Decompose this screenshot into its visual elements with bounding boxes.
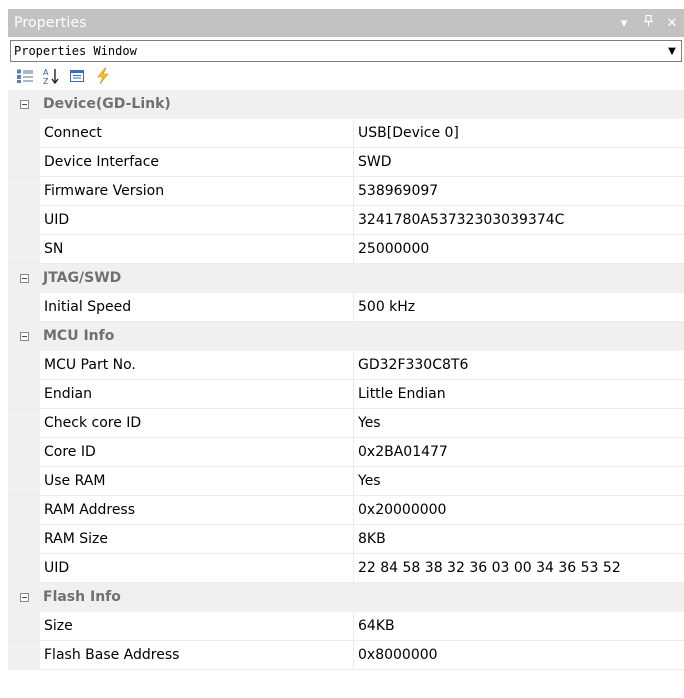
object-selector-dropdown[interactable]: Properties Window ▼	[10, 40, 682, 62]
property-value[interactable]: Yes	[354, 409, 684, 437]
property-name: UID	[40, 554, 354, 582]
property-row[interactable]: SN 25000000	[8, 235, 684, 264]
property-name: MCU Part No.	[40, 351, 354, 379]
property-name: Device Interface	[40, 148, 354, 176]
property-value[interactable]: 538969097	[354, 177, 684, 205]
property-gutter	[8, 380, 40, 408]
property-value[interactable]: GD32F330C8T6	[354, 351, 684, 379]
property-name: Endian	[40, 380, 354, 408]
property-row[interactable]: Initial Speed 500 kHz	[8, 293, 684, 322]
property-gutter	[8, 612, 40, 640]
category-row[interactable]: Flash Info	[8, 583, 684, 612]
property-value[interactable]: SWD	[354, 148, 684, 176]
chevron-down-icon[interactable]: ▼	[663, 41, 681, 61]
property-gutter	[8, 177, 40, 205]
property-name: Core ID	[40, 438, 354, 466]
property-value[interactable]: Little Endian	[354, 380, 684, 408]
property-row[interactable]: UID 22 84 58 38 32 36 03 00 34 36 53 52	[8, 554, 684, 583]
property-name: Use RAM	[40, 467, 354, 495]
property-row[interactable]: RAM Size 8KB	[8, 525, 684, 554]
category-gutter	[8, 90, 40, 118]
property-name: UID	[40, 206, 354, 234]
property-row[interactable]: RAM Address 0x20000000	[8, 496, 684, 525]
property-name: Check core ID	[40, 409, 354, 437]
property-row[interactable]: Endian Little Endian	[8, 380, 684, 409]
property-name: Connect	[40, 119, 354, 147]
property-gutter	[8, 409, 40, 437]
property-name: Flash Base Address	[40, 641, 354, 669]
window-position-dropdown-icon[interactable]: ▾	[616, 16, 632, 31]
svg-text:Z: Z	[43, 77, 49, 85]
property-row[interactable]: Flash Base Address 0x8000000	[8, 641, 684, 670]
property-gutter	[8, 235, 40, 263]
category-name: Device(GD-Link)	[43, 96, 171, 112]
property-row[interactable]: Check core ID Yes	[8, 409, 684, 438]
property-gutter	[8, 438, 40, 466]
property-value[interactable]: 500 kHz	[354, 293, 684, 321]
property-value[interactable]: 0x8000000	[354, 641, 684, 669]
property-row[interactable]: Use RAM Yes	[8, 467, 684, 496]
property-gutter	[8, 525, 40, 553]
collapse-icon[interactable]	[19, 331, 29, 341]
property-value[interactable]: 25000000	[354, 235, 684, 263]
property-name: RAM Address	[40, 496, 354, 524]
collapse-icon[interactable]	[19, 592, 29, 602]
property-name: RAM Size	[40, 525, 354, 553]
collapse-icon[interactable]	[19, 273, 29, 283]
property-row[interactable]: Firmware Version 538969097	[8, 177, 684, 206]
property-value[interactable]: Yes	[354, 467, 684, 495]
properties-toolbar: A Z	[8, 62, 684, 90]
property-name: Firmware Version	[40, 177, 354, 205]
panel-title: Properties	[14, 15, 87, 31]
category-name: JTAG/SWD	[43, 270, 122, 286]
properties-panel: Properties ▾ ✕ Properties Window ▼ A Z D…	[8, 9, 684, 698]
property-value[interactable]: 64KB	[354, 612, 684, 640]
property-row[interactable]: MCU Part No. GD32F330C8T6	[8, 351, 684, 380]
property-name: SN	[40, 235, 354, 263]
property-gutter	[8, 554, 40, 582]
categorized-icon[interactable]	[15, 66, 35, 86]
svg-text:A: A	[43, 68, 49, 77]
collapse-icon[interactable]	[19, 99, 29, 109]
titlebar-controls: ▾ ✕	[616, 14, 680, 31]
property-gutter	[8, 119, 40, 147]
category-gutter	[8, 322, 40, 350]
property-name: Initial Speed	[40, 293, 354, 321]
property-gutter	[8, 467, 40, 495]
property-gutter	[8, 351, 40, 379]
property-grid: Device(GD-Link) Connect USB[Device 0] Devic…	[8, 90, 684, 670]
property-pages-icon[interactable]	[67, 66, 87, 86]
property-row[interactable]: Size 64KB	[8, 612, 684, 641]
close-icon[interactable]: ✕	[664, 16, 680, 31]
property-gutter	[8, 496, 40, 524]
category-gutter	[8, 264, 40, 292]
property-gutter	[8, 206, 40, 234]
property-row[interactable]: Core ID 0x2BA01477	[8, 438, 684, 467]
category-row[interactable]: MCU Info	[8, 322, 684, 351]
property-row[interactable]: Device Interface SWD	[8, 148, 684, 177]
category-name: Flash Info	[43, 589, 121, 605]
property-gutter	[8, 148, 40, 176]
pin-icon[interactable]	[640, 14, 656, 31]
property-value[interactable]: 0x20000000	[354, 496, 684, 524]
property-value[interactable]: USB[Device 0]	[354, 119, 684, 147]
property-value[interactable]: 8KB	[354, 525, 684, 553]
alphabetical-sort-icon[interactable]: A Z	[41, 66, 61, 86]
object-selector-value: Properties Window	[14, 44, 137, 58]
category-gutter	[8, 583, 40, 611]
category-row[interactable]: Device(GD-Link)	[8, 90, 684, 119]
property-gutter	[8, 293, 40, 321]
events-icon[interactable]	[93, 66, 113, 86]
property-value[interactable]: 3241780A53732303039374C	[354, 206, 684, 234]
property-row[interactable]: UID 3241780A53732303039374C	[8, 206, 684, 235]
property-name: Size	[40, 612, 354, 640]
property-value[interactable]: 22 84 58 38 32 36 03 00 34 36 53 52	[354, 554, 684, 582]
property-value[interactable]: 0x2BA01477	[354, 438, 684, 466]
category-name: MCU Info	[43, 328, 115, 344]
panel-titlebar[interactable]: Properties ▾ ✕	[8, 9, 684, 37]
property-gutter	[8, 641, 40, 669]
category-row[interactable]: JTAG/SWD	[8, 264, 684, 293]
property-row[interactable]: Connect USB[Device 0]	[8, 119, 684, 148]
